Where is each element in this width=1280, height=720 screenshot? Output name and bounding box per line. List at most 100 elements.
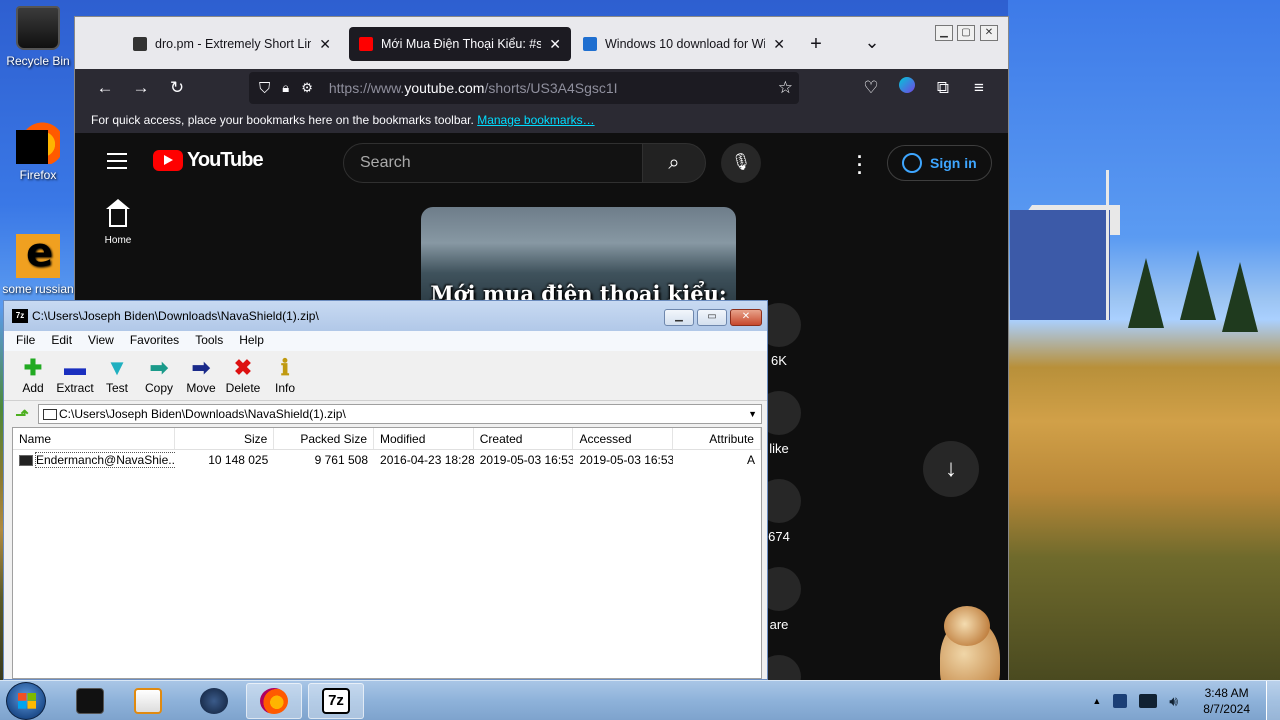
menu-bar: File Edit View Favorites Tools Help <box>4 331 767 351</box>
tool-label: Info <box>274 381 295 395</box>
info-button[interactable]: ℹ Info <box>264 355 306 396</box>
close-tab-icon[interactable]: ✕ <box>319 36 331 53</box>
sign-in-label: Sign in <box>930 155 977 171</box>
reload-icon[interactable]: ↻ <box>165 77 189 99</box>
minimize-button[interactable]: ▁ <box>664 309 694 326</box>
tab-dro-pm[interactable]: dro.pm - Extremely Short Links ✕ <box>123 27 341 61</box>
column-accessed[interactable]: Accessed <box>573 428 674 449</box>
sevenzip-logo-icon: 7z <box>12 309 28 323</box>
row-name-cell: Endermanch@NavaShie... <box>13 450 175 470</box>
settings-more-icon[interactable]: · · · <box>855 148 865 182</box>
tab-list-button[interactable]: ⌄ <box>860 31 884 53</box>
column-modified[interactable]: Modified <box>374 428 474 449</box>
extract-button[interactable]: ▬ Extract <box>54 355 96 396</box>
taskbar-item-firefox[interactable] <box>246 683 302 719</box>
pocket-icon[interactable]: ♡ <box>859 77 883 99</box>
start-button[interactable] <box>6 682 46 720</box>
sevenzip-icon: 7z <box>322 688 350 714</box>
desktop-icon-firefox[interactable]: Firefox <box>0 120 76 182</box>
show-hidden-icons-button[interactable]: ▲ <box>1092 696 1101 706</box>
maximize-button[interactable]: ▢ <box>957 25 975 41</box>
clock[interactable]: 3:48 AM 8/7/2024 <box>1203 685 1250 717</box>
desktop-icon-some-russian[interactable]: some russian <box>0 230 76 296</box>
address-input[interactable]: C:\Users\Joseph Biden\Downloads\NavaShie… <box>38 404 762 424</box>
back-icon[interactable]: ← <box>93 77 117 99</box>
window-title: C:\Users\Joseph Biden\Downloads\NavaShie… <box>32 309 319 323</box>
table-row[interactable]: Endermanch@NavaShie... 10 148 025 9 761 … <box>13 450 761 470</box>
voice-search-button[interactable]: 🎙︎ <box>721 143 761 183</box>
column-packed-size[interactable]: Packed Size <box>274 428 375 449</box>
column-name[interactable]: Name <box>13 428 175 449</box>
close-tab-icon[interactable]: ✕ <box>773 36 785 53</box>
move-icon: ➡ <box>191 355 211 380</box>
menu-tools[interactable]: Tools <box>195 333 223 349</box>
manage-bookmarks-link[interactable]: Manage bookmarks… <box>477 113 594 127</box>
tab-title: dro.pm - Extremely Short Links <box>155 37 312 51</box>
desktop-icon-recycle-bin[interactable]: Recycle Bin <box>0 6 76 68</box>
menu-favorites[interactable]: Favorites <box>130 333 179 349</box>
taskbar-item-network[interactable] <box>186 683 242 719</box>
display-tray-icon[interactable] <box>1139 694 1158 708</box>
close-button[interactable]: ✕ <box>980 25 998 41</box>
sidebar-item-home[interactable]: Home <box>93 199 143 246</box>
close-button[interactable]: ✕ <box>730 309 762 326</box>
windows-favicon-icon <box>583 37 597 51</box>
guide-menu-icon[interactable] <box>107 153 127 174</box>
forward-icon[interactable]: → <box>129 77 153 99</box>
extensions-icon[interactable]: ⧉ <box>931 77 955 99</box>
media-player-icon <box>134 688 162 714</box>
extract-icon: ▬ <box>64 355 86 380</box>
bookmark-star-icon[interactable]: ☆ <box>778 78 793 98</box>
url-bar[interactable]: ⛉ 🔒︎ ⚙︎ https://www. youtube.com/shorts/U… <box>249 72 799 104</box>
move-button[interactable]: ➡ Move <box>180 355 222 396</box>
window-title-bar[interactable]: 7z C:\Users\Joseph Biden\Downloads\NavaS… <box>4 301 767 331</box>
new-tab-button[interactable]: + <box>804 33 828 55</box>
add-button[interactable]: ✚ Add <box>12 355 54 396</box>
menu-help[interactable]: Help <box>239 333 264 349</box>
volume-icon[interactable]: 🔊︎ <box>1169 694 1183 708</box>
tool-label: Delete <box>225 381 261 395</box>
url-domain: youtube.com <box>404 80 485 96</box>
delete-button[interactable]: ✖ Delete <box>222 355 264 396</box>
copy-button[interactable]: ➡ Copy <box>138 355 180 396</box>
shield-icon[interactable]: ⛉ <box>259 80 270 97</box>
column-size[interactable]: Size <box>175 428 275 449</box>
column-created[interactable]: Created <box>474 428 574 449</box>
maximize-button[interactable]: ▭ <box>697 309 727 326</box>
taskbar-item-cmd[interactable] <box>62 683 118 719</box>
taskbar-item-7zip[interactable]: 7z <box>308 683 364 719</box>
chevron-down-icon[interactable]: ▼ <box>748 409 757 419</box>
menu-file[interactable]: File <box>16 333 35 349</box>
microphone-icon: 🎙︎ <box>730 154 752 171</box>
column-attribute[interactable]: Attribute <box>673 428 761 449</box>
url-prefix: https://www. <box>328 80 405 96</box>
search-input[interactable]: Search <box>343 143 643 183</box>
tab-youtube[interactable]: Mới Mua Điện Thoại Kiểu: #sho ✕ <box>349 27 571 61</box>
menu-edit[interactable]: Edit <box>51 333 72 349</box>
youtube-logo[interactable]: YouTube <box>153 149 264 172</box>
sidebar-item-label: Home <box>104 235 132 246</box>
menu-icon[interactable]: ≡ <box>967 77 991 99</box>
taskbar-item-media-player[interactable] <box>120 683 176 719</box>
info-icon: ℹ <box>280 355 290 380</box>
clock-date: 8/7/2024 <box>1203 702 1250 716</box>
test-button[interactable]: ▼ Test <box>96 355 138 396</box>
search-button[interactable]: ⌕ <box>642 143 706 183</box>
account-icon[interactable] <box>895 77 919 99</box>
firefox-icon <box>260 688 288 714</box>
minimize-button[interactable]: ▁ <box>935 25 953 41</box>
network-tray-icon[interactable] <box>1113 694 1128 708</box>
menu-view[interactable]: View <box>88 333 114 349</box>
file-list: Name Size Packed Size Modified Created A… <box>12 427 762 679</box>
permissions-icon[interactable]: ⚙︎ <box>301 80 313 96</box>
youtube-wordmark: YouTube <box>187 149 264 171</box>
sign-in-button[interactable]: Sign in <box>887 145 992 181</box>
next-video-button[interactable]: ↓ <box>923 441 979 497</box>
wallpaper-tree <box>1180 250 1216 320</box>
lock-icon[interactable]: 🔒︎ <box>282 80 289 96</box>
firefox-icon <box>16 120 60 164</box>
folder-up-icon[interactable]: ⬏ <box>12 405 32 424</box>
close-tab-icon[interactable]: ✕ <box>549 36 561 53</box>
tab-windows-10[interactable]: Windows 10 download for Wind ✕ <box>573 27 795 61</box>
show-desktop-button[interactable] <box>1266 681 1280 720</box>
